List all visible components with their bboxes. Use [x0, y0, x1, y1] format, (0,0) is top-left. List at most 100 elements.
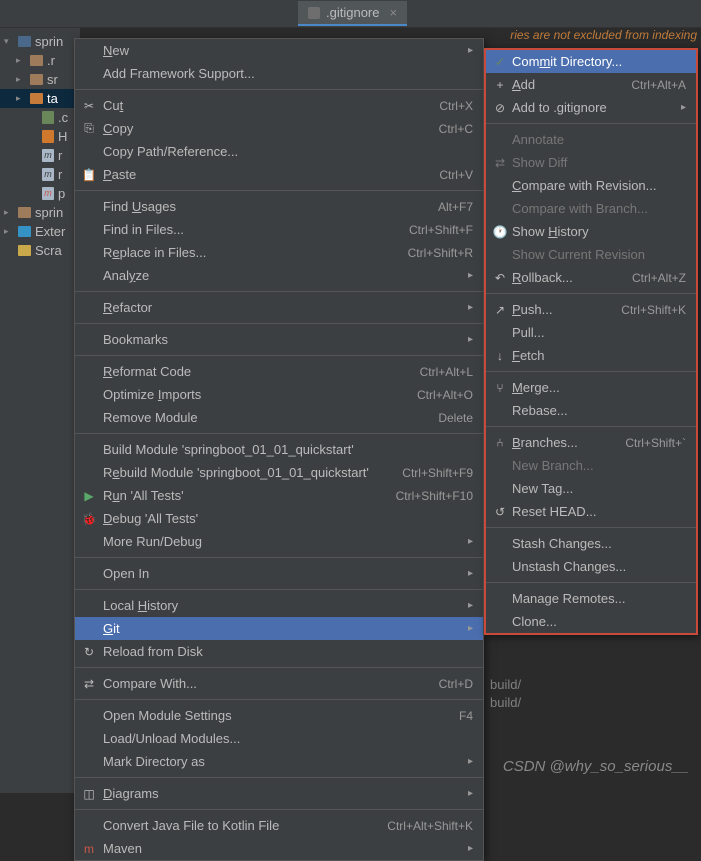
menu-item: ⇄Show Diff [486, 151, 696, 174]
menu-item[interactable]: Unstash Changes... [486, 555, 696, 578]
menu-shortcut: Ctrl+Alt+Z [632, 271, 686, 285]
tree-icon [30, 55, 43, 66]
menu-label: New Tag... [512, 481, 686, 496]
tree-item[interactable]: Scra [0, 241, 80, 260]
tree-item[interactable]: mp [0, 184, 80, 203]
tree-item[interactable]: mr [0, 165, 80, 184]
menu-label: Fetch [512, 348, 686, 363]
menu-label: Remove Module [103, 410, 418, 425]
menu-item[interactable]: Refactor▸ [75, 296, 483, 319]
menu-item[interactable]: New▸ [75, 39, 483, 62]
menu-item[interactable]: ⎘CopyCtrl+C [75, 117, 483, 140]
menu-item[interactable]: Add Framework Support... [75, 62, 483, 85]
menu-label: Clone... [512, 614, 686, 629]
submenu-arrow-icon: ▸ [468, 843, 473, 854]
menu-item[interactable]: ⇄Compare With...Ctrl+D [75, 672, 483, 695]
menu-label: Analyze [103, 268, 460, 283]
menu-label: Merge... [512, 380, 686, 395]
tree-item[interactable]: .c [0, 108, 80, 127]
menu-item[interactable]: ⑃Branches...Ctrl+Shift+` [486, 431, 696, 454]
menu-item[interactable]: Copy Path/Reference... [75, 140, 483, 163]
menu-shortcut: Ctrl+Alt+Shift+K [387, 819, 473, 833]
tree-item[interactable]: ▸ta [0, 89, 80, 108]
menu-item[interactable]: Rebase... [486, 399, 696, 422]
menu-label: Convert Java File to Kotlin File [103, 818, 367, 833]
menu-label: Add Framework Support... [103, 66, 473, 81]
menu-item[interactable]: Find UsagesAlt+F7 [75, 195, 483, 218]
tree-item[interactable]: ▸Exter [0, 222, 80, 241]
tree-icon [18, 226, 31, 237]
menu-label: Load/Unload Modules... [103, 731, 473, 746]
menu-item[interactable]: Compare with Revision... [486, 174, 696, 197]
menu-item[interactable]: Reformat CodeCtrl+Alt+L [75, 360, 483, 383]
menu-item[interactable]: ⊘Add to .gitignore▸ [486, 96, 696, 119]
menu-label: Reformat Code [103, 364, 400, 379]
menu-item[interactable]: mMaven▸ [75, 837, 483, 860]
context-menu-main: New▸ Add Framework Support... ✂CutCtrl+X⎘C… [74, 38, 484, 861]
menu-item[interactable]: 🕐Show History [486, 220, 696, 243]
menu-item[interactable]: ◫Diagrams▸ [75, 782, 483, 805]
menu-item[interactable]: Git▸ [75, 617, 483, 640]
menu-label: Build Module 'springboot_01_01_quickstar… [103, 442, 473, 457]
menu-label: Copy [103, 121, 419, 136]
menu-icon: ✂ [81, 99, 97, 113]
menu-item[interactable]: Convert Java File to Kotlin File Ctrl+Alt… [75, 814, 483, 837]
menu-shortcut: Ctrl+Shift+K [621, 303, 686, 317]
menu-item[interactable]: ▶Run 'All Tests'Ctrl+Shift+F10 [75, 484, 483, 507]
menu-item[interactable]: 📋PasteCtrl+V [75, 163, 483, 186]
menu-item[interactable]: Open Module SettingsF4 [75, 704, 483, 727]
editor-line: build/ [490, 676, 701, 694]
menu-item[interactable]: Stash Changes... [486, 532, 696, 555]
menu-item[interactable]: Build Module 'springboot_01_01_quickstar… [75, 438, 483, 461]
menu-item[interactable]: Mark Directory as▸ [75, 750, 483, 773]
tree-label: r [58, 167, 62, 182]
menu-label: Debug 'All Tests' [103, 511, 473, 526]
menu-item[interactable]: +AddCtrl+Alt+A [486, 73, 696, 96]
menu-item[interactable]: Manage Remotes... [486, 587, 696, 610]
tab-gitignore[interactable]: .gitignore × [298, 1, 407, 26]
menu-item: Show Current Revision [486, 243, 696, 266]
menu-item[interactable]: Clone... [486, 610, 696, 633]
close-icon[interactable]: × [389, 5, 397, 20]
menu-item[interactable]: More Run/Debug▸ [75, 530, 483, 553]
menu-item[interactable]: Find in Files...Ctrl+Shift+F [75, 218, 483, 241]
menu-item[interactable]: Rebuild Module 'springboot_01_01_quickst… [75, 461, 483, 484]
menu-icon: ⑃ [492, 436, 508, 450]
menu-item[interactable]: ↗Push...Ctrl+Shift+K [486, 298, 696, 321]
menu-item[interactable]: ↶Rollback...Ctrl+Alt+Z [486, 266, 696, 289]
menu-icon: ✓ [492, 55, 508, 69]
menu-item[interactable]: Pull... [486, 321, 696, 344]
tree-label: r [58, 148, 62, 163]
tree-item[interactable]: ▸.r [0, 51, 80, 70]
menu-item[interactable]: Replace in Files...Ctrl+Shift+R [75, 241, 483, 264]
tree-item[interactable]: ▸sr [0, 70, 80, 89]
menu-item[interactable]: ✂CutCtrl+X [75, 94, 483, 117]
tree-item[interactable]: ▾sprin [0, 32, 80, 51]
menu-item[interactable]: ↺Reset HEAD... [486, 500, 696, 523]
menu-label: Find Usages [103, 199, 418, 214]
menu-item[interactable]: Remove ModuleDelete [75, 406, 483, 429]
tree-item[interactable]: ▸sprin [0, 203, 80, 222]
submenu-arrow-icon: ▸ [468, 756, 473, 767]
tree-item[interactable]: H [0, 127, 80, 146]
menu-item: Annotate [486, 128, 696, 151]
menu-item[interactable]: ⑂Merge... [486, 376, 696, 399]
menu-label: Annotate [512, 132, 686, 147]
menu-label: Compare with Revision... [512, 178, 686, 193]
menu-item[interactable]: Optimize ImportsCtrl+Alt+O [75, 383, 483, 406]
menu-item[interactable]: ✓Commit Directory... [486, 50, 696, 73]
tree-label: Exter [35, 224, 65, 239]
menu-icon: + [492, 78, 508, 92]
context-menu-git: ✓Commit Directory...+AddCtrl+Alt+A⊘Add t… [484, 48, 698, 635]
menu-item[interactable]: Local History▸ [75, 594, 483, 617]
menu-item[interactable]: 🐞Debug 'All Tests' [75, 507, 483, 530]
menu-item[interactable]: ↓Fetch [486, 344, 696, 367]
tree-item[interactable]: mr [0, 146, 80, 165]
menu-item[interactable]: Analyze▸ [75, 264, 483, 287]
menu-item[interactable]: Load/Unload Modules... [75, 727, 483, 750]
menu-item[interactable]: Open In▸ [75, 562, 483, 585]
menu-icon: ↺ [492, 505, 508, 519]
menu-item[interactable]: ↻Reload from Disk [75, 640, 483, 663]
menu-item[interactable]: New Tag... [486, 477, 696, 500]
menu-item[interactable]: Bookmarks▸ [75, 328, 483, 351]
